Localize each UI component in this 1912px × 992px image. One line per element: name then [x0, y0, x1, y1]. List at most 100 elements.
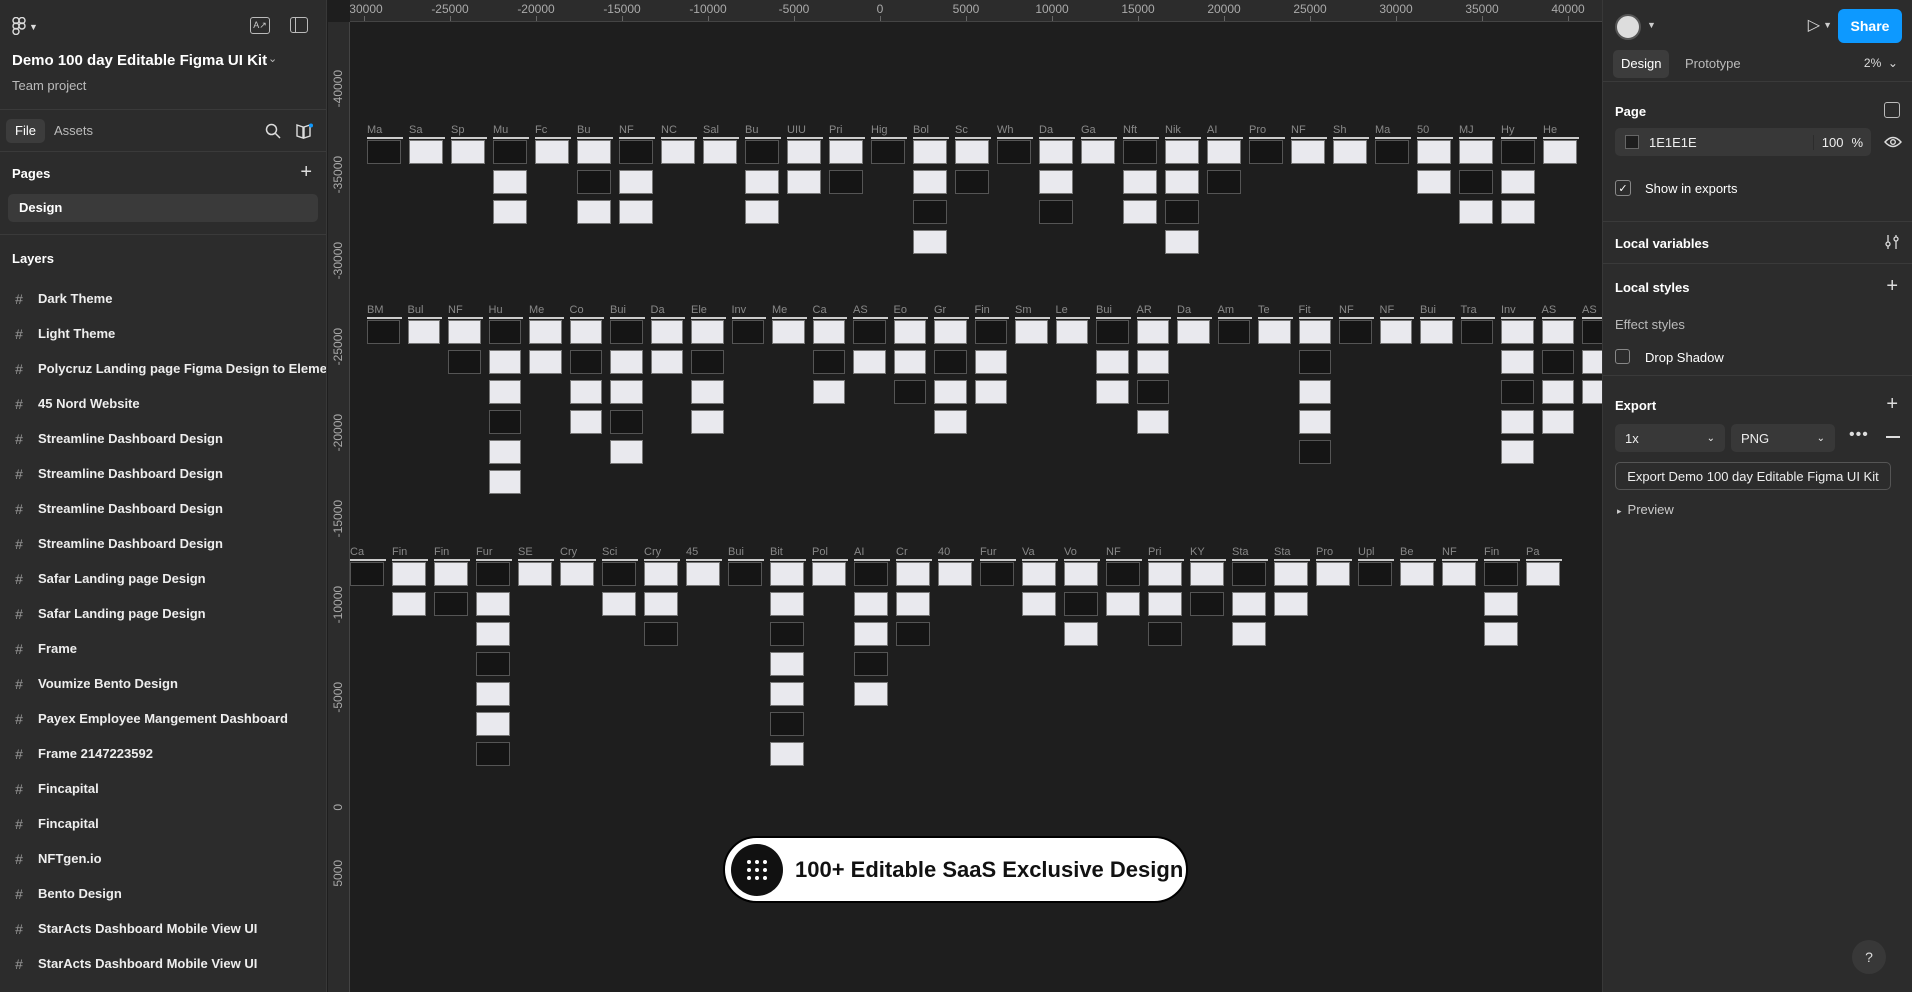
frame-thumbnail[interactable]	[893, 320, 926, 344]
frame-thumbnail[interactable]	[854, 562, 888, 586]
frame-thumbnail[interactable]	[893, 350, 926, 374]
layer-item[interactable]: # Safar Landing page Design	[0, 596, 326, 631]
frame-thumbnail[interactable]	[1064, 622, 1098, 646]
frame-thumbnail[interactable]	[1123, 170, 1157, 194]
frame-thumbnail[interactable]	[451, 140, 485, 164]
frame-thumbnail[interactable]	[934, 350, 967, 374]
frame-thumbnail[interactable]	[610, 440, 643, 464]
chevron-down-icon[interactable]: ▼	[1823, 20, 1832, 30]
frame-thumbnail[interactable]	[829, 170, 863, 194]
frame-thumbnail[interactable]	[650, 350, 683, 374]
export-button[interactable]: Export Demo 100 day Editable Figma UI Ki…	[1615, 462, 1891, 490]
layer-item[interactable]: # StarActs Dashboard Mobile View UI	[0, 911, 326, 946]
layer-item[interactable]: # Polycruz Landing page Figma Design to E…	[0, 351, 326, 386]
frame-thumbnail[interactable]	[1015, 320, 1048, 344]
frame-thumbnail[interactable]	[448, 350, 481, 374]
frame-thumbnail[interactable]	[1333, 140, 1367, 164]
frame-thumbnail[interactable]	[1582, 350, 1602, 374]
frame-thumbnail[interactable]	[770, 622, 804, 646]
frame-thumbnail[interactable]	[1064, 592, 1098, 616]
frame-thumbnail[interactable]	[493, 200, 527, 224]
page-color-field[interactable]: 1E1E1E 100 %	[1615, 128, 1871, 156]
add-page-icon[interactable]: +	[300, 162, 312, 182]
frame-thumbnail[interactable]	[644, 562, 678, 586]
frame-thumbnail[interactable]	[703, 140, 737, 164]
frame-thumbnail[interactable]	[619, 170, 653, 194]
frame-thumbnail[interactable]	[1291, 140, 1325, 164]
frame-thumbnail[interactable]	[476, 682, 510, 706]
frame-thumbnail[interactable]	[1417, 140, 1451, 164]
frame-thumbnail[interactable]	[1316, 562, 1350, 586]
frame-thumbnail[interactable]	[1258, 320, 1291, 344]
frame-thumbnail[interactable]	[770, 562, 804, 586]
frame-thumbnail[interactable]	[610, 320, 643, 344]
frame-thumbnail[interactable]	[829, 140, 863, 164]
frame-thumbnail[interactable]	[1459, 200, 1493, 224]
frame-thumbnail[interactable]	[1039, 200, 1073, 224]
frame-thumbnail[interactable]	[913, 140, 947, 164]
frame-thumbnail[interactable]	[602, 562, 636, 586]
frame-thumbnail[interactable]	[1582, 320, 1602, 344]
tab-prototype[interactable]: Prototype	[1677, 50, 1749, 78]
page-color-value[interactable]: 1E1E1E	[1649, 135, 1697, 150]
frame-thumbnail[interactable]	[893, 380, 926, 404]
frame-thumbnail[interactable]	[728, 562, 762, 586]
zoom-level[interactable]: 2% ⌄	[1864, 56, 1898, 70]
frame-thumbnail[interactable]	[1417, 170, 1451, 194]
frame-thumbnail[interactable]	[854, 652, 888, 676]
frame-thumbnail[interactable]	[896, 592, 930, 616]
frame-thumbnail[interactable]	[619, 200, 653, 224]
frame-thumbnail[interactable]	[1459, 140, 1493, 164]
frame-thumbnail[interactable]	[853, 350, 886, 374]
frame-thumbnail[interactable]	[1459, 170, 1493, 194]
frame-thumbnail[interactable]	[518, 562, 552, 586]
frame-thumbnail[interactable]	[1501, 380, 1534, 404]
page-styles-icon[interactable]	[1884, 102, 1900, 118]
frame-thumbnail[interactable]	[1541, 320, 1574, 344]
frame-thumbnail[interactable]	[1274, 592, 1308, 616]
frame-thumbnail[interactable]	[1148, 592, 1182, 616]
frame-thumbnail[interactable]	[1232, 562, 1266, 586]
frame-thumbnail[interactable]	[1207, 170, 1241, 194]
frame-thumbnail[interactable]	[560, 562, 594, 586]
frame-thumbnail[interactable]	[644, 592, 678, 616]
chevron-down-icon[interactable]: ▼	[1647, 20, 1656, 30]
frame-thumbnail[interactable]	[610, 350, 643, 374]
file-title[interactable]: Demo 100 day Editable Figma UI Kit	[12, 52, 267, 69]
frame-thumbnail[interactable]	[1484, 592, 1518, 616]
layer-item[interactable]: # StarActs Dashboard Mobile View UI	[0, 946, 326, 981]
layer-item[interactable]: # Frame	[0, 631, 326, 666]
canvas[interactable]: Ma Sa Sp Mu Fc Bu NF NC Sal Bu UIU Pri Hig Bol Sc Wh Da G…	[350, 22, 1602, 992]
layer-item[interactable]: #45 Nord Website	[0, 386, 326, 421]
frame-thumbnail[interactable]	[1541, 380, 1574, 404]
page-item-design[interactable]: Design	[8, 194, 318, 222]
frame-thumbnail[interactable]	[476, 652, 510, 676]
frame-thumbnail[interactable]	[772, 320, 805, 344]
layer-item[interactable]: # NFTgen.io	[0, 841, 326, 876]
frame-thumbnail[interactable]	[1022, 562, 1056, 586]
frame-thumbnail[interactable]	[812, 320, 845, 344]
layer-item[interactable]: # Streamline Dashboard Design	[0, 421, 326, 456]
frame-thumbnail[interactable]	[577, 170, 611, 194]
frame-thumbnail[interactable]	[934, 320, 967, 344]
preview-toggle[interactable]: ▸ Preview	[1617, 502, 1674, 517]
local-variables-section[interactable]: Local variables	[1603, 222, 1912, 264]
frame-thumbnail[interactable]	[1055, 320, 1088, 344]
frame-thumbnail[interactable]	[577, 200, 611, 224]
frame-thumbnail[interactable]	[1232, 622, 1266, 646]
frame-thumbnail[interactable]	[745, 140, 779, 164]
frame-thumbnail[interactable]	[812, 350, 845, 374]
frame-thumbnail[interactable]	[1165, 170, 1199, 194]
frame-thumbnail[interactable]	[1106, 592, 1140, 616]
frame-thumbnail[interactable]	[854, 592, 888, 616]
frame-thumbnail[interactable]	[407, 320, 440, 344]
export-scale-select[interactable]: 1x ⌄	[1615, 424, 1725, 452]
frame-thumbnail[interactable]	[1298, 350, 1331, 374]
frame-thumbnail[interactable]	[1339, 320, 1372, 344]
frame-thumbnail[interactable]	[392, 562, 426, 586]
layer-item[interactable]: # Streamline Dashboard Design	[0, 526, 326, 561]
frame-thumbnail[interactable]	[569, 320, 602, 344]
frame-thumbnail[interactable]	[644, 622, 678, 646]
frame-thumbnail[interactable]	[1039, 140, 1073, 164]
frame-thumbnail[interactable]	[896, 562, 930, 586]
